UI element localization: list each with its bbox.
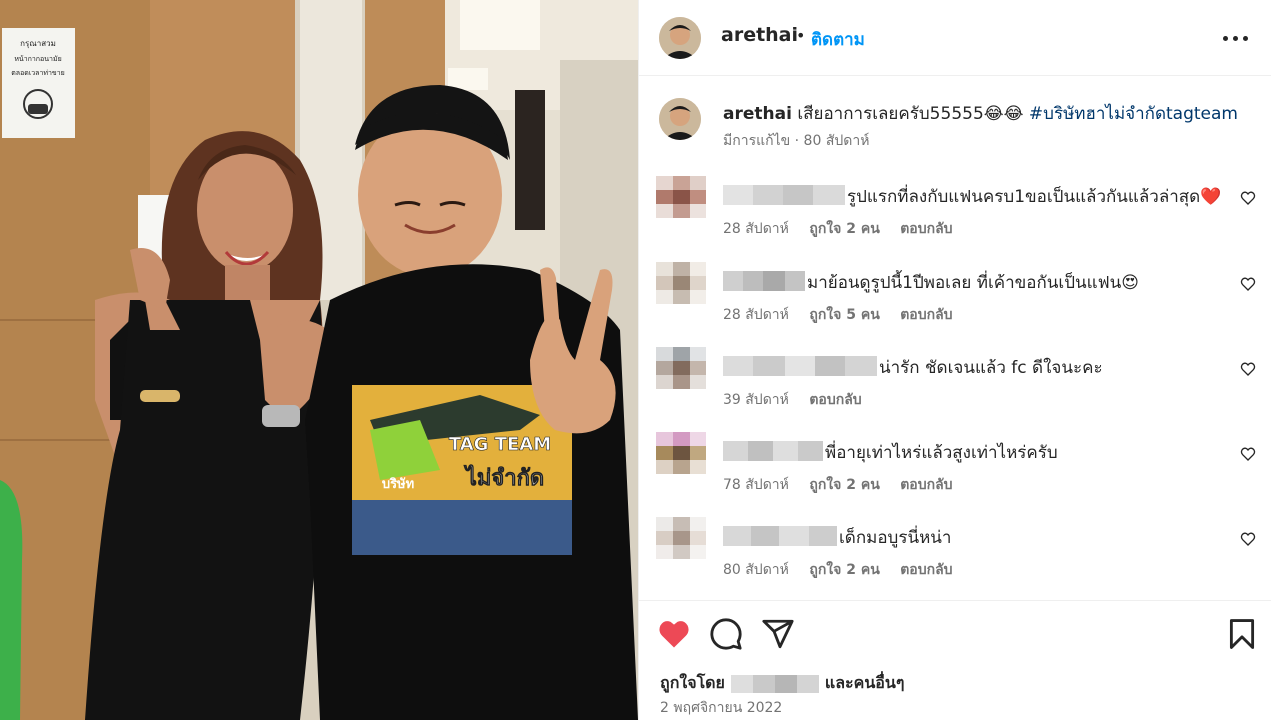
comment-age: 39 สัปดาห์ [723,392,789,408]
comment-age: 80 สัปดาห์ [723,562,789,578]
reply-button[interactable]: ตอบกลับ [900,477,952,493]
save-bookmark-icon[interactable] [1225,617,1259,651]
comment-meta: 28 สัปดาห์ ถูกใจ 2 คน ตอบกลับ [723,218,953,240]
like-heart-icon[interactable] [657,617,691,651]
separator-dot: • [796,26,806,45]
comment-item: รูปแรกที่ลงกับแฟนครบ1ขอเป็นแล้วกันแล้วล่… [639,176,1271,242]
reply-button[interactable]: ตอบกลับ [900,221,952,237]
liked-by-prefix: ถูกใจโดย [660,673,725,692]
comment-meta: 78 สัปดาห์ ถูกใจ 2 คน ตอบกลับ [723,474,953,496]
caption-username[interactable]: arethai [723,104,792,124]
comment-text: น่ารัก ชัดเจนแล้ว fc ดีใจนะคะ [879,358,1103,378]
comment-likes[interactable]: ถูกใจ 2 คน [809,477,879,493]
commenter-avatar-blurred[interactable] [656,262,706,304]
liked-by-user-blurred[interactable] [730,674,819,693]
comment-item: พี่อายุเท่าไหร่แล้วสูงเท่าไหร่ครับ 78 สั… [639,432,1271,498]
shirt-text-small: บริษัท [382,477,414,492]
reply-button[interactable]: ตอบกลับ [900,562,952,578]
caption-meta: มีการแก้ไข · 80 สัปดาห์ [723,133,870,149]
comment-text: มาย้อนดูรูปนี้1ปีพอเลย ที่เค้าขอกันเป็นแ… [807,273,1139,293]
post-caption: arethai เสียอาการเลยครับ55555😂😂 #บริษัทฮ… [639,96,1271,156]
sign-line-1: กรุณาสวม [20,39,56,48]
liked-by-suffix: และคนอื่นๆ [824,673,905,692]
sign-line-3: ตลอดเวลาท่าขาย [11,69,65,77]
comment-like-heart-icon[interactable] [1240,446,1256,462]
comment-text: เด็กมอบูรนี่หน่า [839,528,952,548]
commenter-avatar-blurred[interactable] [656,176,706,218]
caption-text: เสียอาการเลยครับ55555😂😂 [797,104,1024,124]
comment-likes[interactable]: ถูกใจ 2 คน [809,221,879,237]
shirt-text-bottom: ไม่จำกัด [464,464,544,491]
comment-likes[interactable]: ถูกใจ 2 คน [809,562,879,578]
commenter-name-blurred[interactable] [723,271,805,291]
shirt-text-top: TAG TEAM [449,434,551,455]
post-sidebar: arethai • ติดตาม arethai เสียอาการเลยครั… [638,0,1271,720]
caption-avatar[interactable] [659,98,701,140]
comment-like-heart-icon[interactable] [1240,361,1256,377]
comment-like-heart-icon[interactable] [1240,276,1256,292]
commenter-avatar-blurred[interactable] [656,347,706,389]
more-options-icon[interactable] [1221,28,1251,48]
comment-meta: 39 สัปดาห์ ตอบกลับ [723,389,862,411]
comment-age: 28 สัปดาห์ [723,307,789,323]
comment-item: เด็กมอบูรนี่หน่า 80 สัปดาห์ ถูกใจ 2 คน ต… [639,517,1271,583]
reply-button[interactable]: ตอบกลับ [809,392,861,408]
sign-line-2: หน้ากากอนามัย [14,55,61,63]
author-avatar[interactable] [659,17,701,59]
comment-meta: 28 สัปดาห์ ถูกใจ 5 คน ตอบกลับ [723,304,953,326]
post-photo[interactable]: กรุณาสวม หน้ากากอนามัย ตลอดเวลาท่าขาย TA… [0,0,638,720]
commenter-avatar-blurred[interactable] [656,517,706,559]
comment-like-heart-icon[interactable] [1240,531,1256,547]
author-username[interactable]: arethai [721,24,798,46]
comment-icon[interactable] [709,617,743,651]
comment-age: 78 สัปดาห์ [723,477,789,493]
liked-by[interactable]: ถูกใจโดย และคนอื่นๆ [660,671,904,696]
comment-meta: 80 สัปดาห์ ถูกใจ 2 คน ตอบกลับ [723,559,953,581]
commenter-name-blurred[interactable] [723,356,877,376]
comment-likes[interactable]: ถูกใจ 5 คน [809,307,879,323]
comment-text: รูปแรกที่ลงกับแฟนครบ1ขอเป็นแล้วกันแล้วล่… [847,187,1222,207]
post-header: arethai • ติดตาม [639,0,1271,76]
comment-item: น่ารัก ชัดเจนแล้ว fc ดีใจนะคะ 39 สัปดาห์… [639,347,1271,413]
commenter-avatar-blurred[interactable] [656,432,706,474]
commenter-name-blurred[interactable] [723,526,837,546]
comment-like-heart-icon[interactable] [1240,190,1256,206]
comment-age: 28 สัปดาห์ [723,221,789,237]
post-actions: ถูกใจโดย และคนอื่นๆ 2 พฤศจิกายน 2022 [639,600,1271,720]
comment-item: มาย้อนดูรูปนี้1ปีพอเลย ที่เค้าขอกันเป็นแ… [639,262,1271,328]
commenter-name-blurred[interactable] [723,185,845,205]
caption-hashtag[interactable]: #บริษัทฮาไม่จำกัดtagteam [1029,104,1238,124]
reply-button[interactable]: ตอบกลับ [900,307,952,323]
commenter-name-blurred[interactable] [723,441,823,461]
follow-button[interactable]: ติดตาม [811,26,865,53]
share-icon[interactable] [761,617,795,651]
post-date[interactable]: 2 พฤศจิกายน 2022 [660,697,782,719]
comment-text: พี่อายุเท่าไหร่แล้วสูงเท่าไหร่ครับ [825,443,1058,463]
